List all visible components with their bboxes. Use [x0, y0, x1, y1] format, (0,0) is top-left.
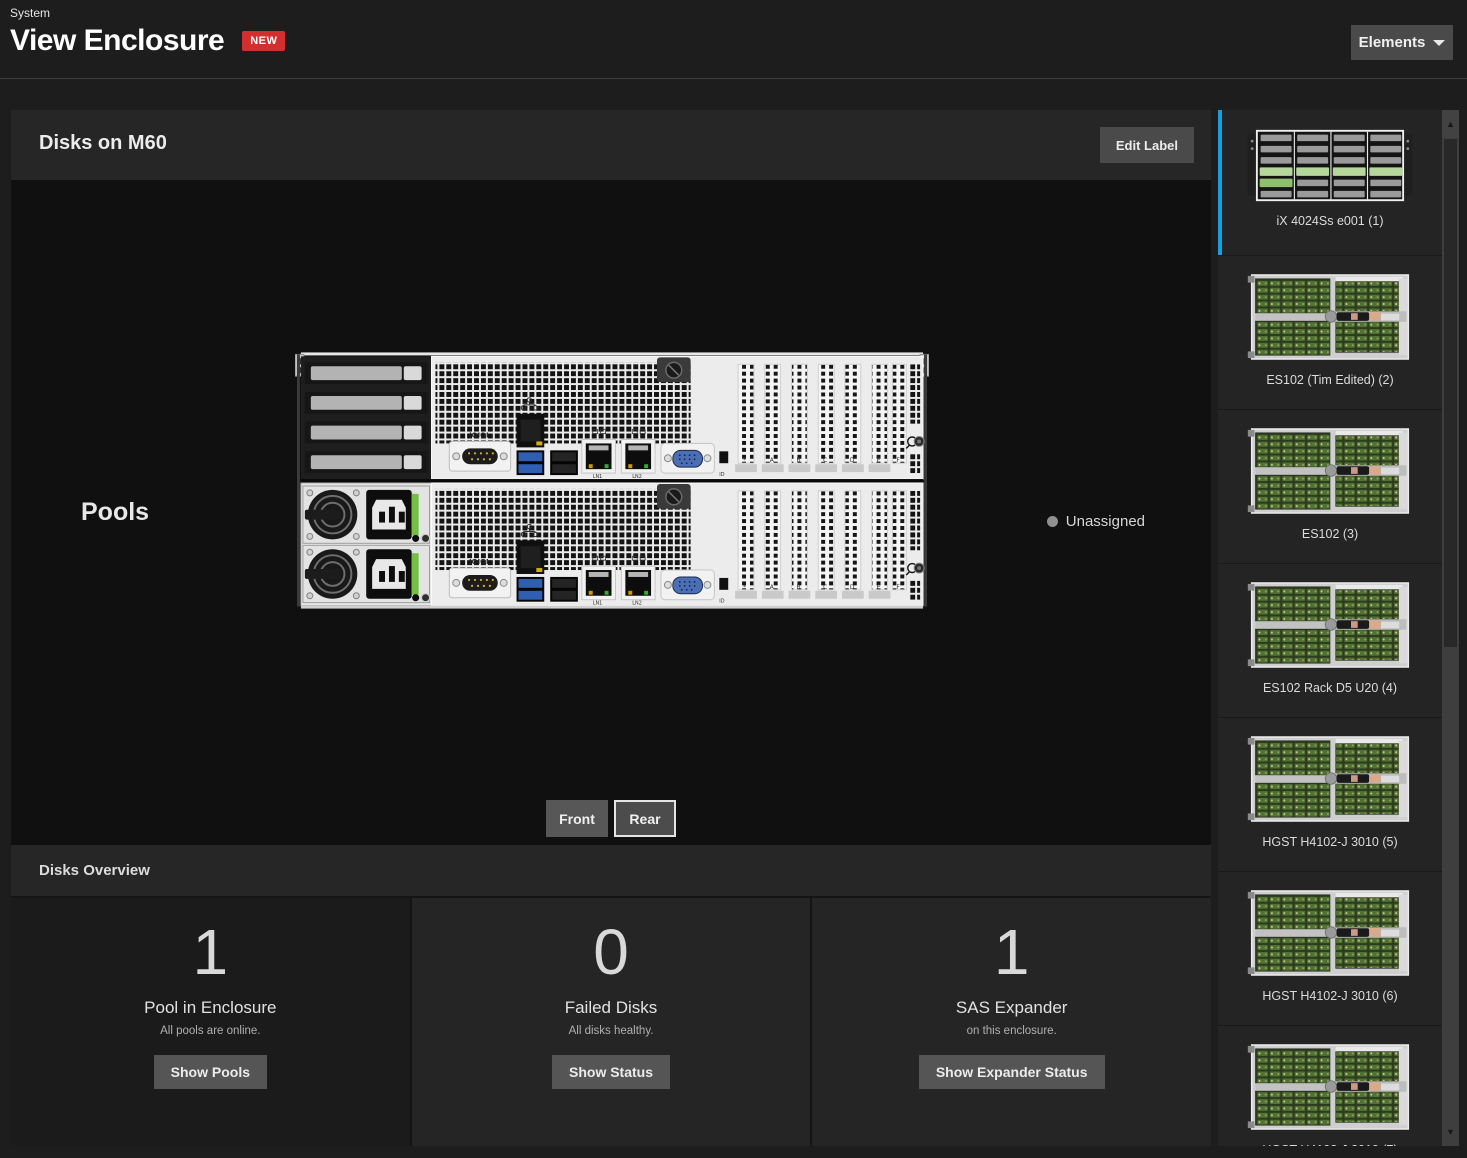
unassigned-label: Unassigned — [1066, 513, 1145, 530]
disks-overview-header: Disks Overview — [11, 845, 1211, 898]
enclosure-thumbnail — [1244, 128, 1416, 203]
enclosure-thumbnail — [1244, 1042, 1416, 1132]
front-view-button[interactable]: Front — [546, 800, 608, 837]
pools-card-subtext: All pools are online. — [160, 1025, 260, 1037]
pools-count: 1 — [193, 920, 229, 984]
enclosure-thumbnail — [1244, 888, 1416, 978]
page-header: System View Enclosure NEW Elements — [0, 0, 1467, 79]
breadcrumb[interactable]: System — [10, 6, 50, 20]
enclosure-label: iX 4024Ss e001 (1) — [1276, 214, 1383, 228]
enclosure-list-item[interactable]: HGST H4102-J 3010 (6) — [1218, 872, 1442, 1026]
elements-dropdown-button[interactable]: Elements — [1351, 25, 1453, 60]
enclosure-list-item[interactable]: ES102 (Tim Edited) (2) — [1218, 256, 1442, 410]
failed-disks-card: 0 Failed Disks All disks healthy. Show S… — [412, 898, 811, 1146]
enclosure-label: ES102 (3) — [1302, 527, 1358, 541]
rear-view-button[interactable]: Rear — [614, 800, 676, 837]
selected-indicator — [1218, 110, 1222, 255]
disks-overview-title: Disks Overview — [39, 862, 150, 879]
failed-disks-count: 0 — [593, 920, 629, 984]
sas-expander-card-label: SAS Expander — [956, 998, 1068, 1018]
enclosure-list: iX 4024Ss e001 (1) ES102 (Tim Edited) (2… — [1218, 110, 1442, 1146]
failed-disks-card-label: Failed Disks — [565, 998, 658, 1018]
scrollbar-thumb[interactable] — [1444, 139, 1457, 647]
scroll-down-icon[interactable]: ▼ — [1442, 1118, 1459, 1146]
overview-cards: 1 Pool in Enclosure All pools are online… — [11, 898, 1211, 1146]
pools-label: Pools — [81, 498, 149, 527]
enclosure-sidebar: iX 4024Ss e001 (1) ES102 (Tim Edited) (2… — [1218, 110, 1459, 1146]
disks-panel: Disks on M60 Edit Label Pools Unassigned — [11, 110, 1211, 1146]
enclosure-thumbnail — [1244, 734, 1416, 824]
sas-expander-count: 1 — [994, 920, 1030, 984]
enclosure-rear-image — [295, 352, 929, 612]
enclosure-list-item[interactable]: iX 4024Ss e001 (1) — [1218, 110, 1442, 256]
page-title: View Enclosure — [10, 24, 224, 58]
enclosure-label: HGST H4102-J 3010 (7) — [1262, 1143, 1397, 1146]
enclosure-label: ES102 Rack D5 U20 (4) — [1263, 681, 1397, 695]
enclosure-thumbnail — [1244, 426, 1416, 516]
sidebar-scrollbar: ▲ ▼ — [1442, 110, 1459, 1146]
disks-panel-header: Disks on M60 Edit Label — [11, 110, 1211, 180]
disks-panel-title: Disks on M60 — [39, 132, 167, 155]
new-badge: NEW — [242, 31, 285, 51]
chevron-down-icon — [1433, 40, 1445, 46]
unassigned-dot-icon — [1047, 516, 1058, 527]
enclosure-list-item[interactable]: HGST H4102-J 3010 (5) — [1218, 718, 1442, 872]
elements-dropdown-label: Elements — [1359, 34, 1426, 51]
enclosure-list-item[interactable]: ES102 Rack D5 U20 (4) — [1218, 564, 1442, 718]
show-status-button[interactable]: Show Status — [552, 1055, 670, 1089]
scroll-up-icon[interactable]: ▲ — [1442, 110, 1459, 138]
enclosure-list-item[interactable]: HGST H4102-J 3010 (7) — [1218, 1026, 1442, 1146]
show-pools-button[interactable]: Show Pools — [154, 1055, 267, 1089]
enclosure-label: ES102 (Tim Edited) (2) — [1266, 373, 1393, 387]
pools-card: 1 Pool in Enclosure All pools are online… — [11, 898, 410, 1146]
enclosure-viewer: Pools Unassigned — [11, 180, 1211, 845]
legend-unassigned: Unassigned — [1047, 513, 1145, 530]
show-expander-status-button[interactable]: Show Expander Status — [919, 1055, 1105, 1089]
enclosure-thumbnail — [1244, 580, 1416, 670]
enclosure-thumbnail — [1244, 272, 1416, 362]
failed-disks-card-subtext: All disks healthy. — [569, 1025, 654, 1037]
edit-label-button[interactable]: Edit Label — [1100, 127, 1194, 163]
sas-expander-card: 1 SAS Expander on this enclosure. Show E… — [812, 898, 1211, 1146]
pools-card-label: Pool in Enclosure — [144, 998, 276, 1018]
enclosure-list-item[interactable]: ES102 (3) — [1218, 410, 1442, 564]
sas-expander-card-subtext: on this enclosure. — [967, 1025, 1057, 1037]
enclosure-label: HGST H4102-J 3010 (6) — [1262, 989, 1397, 1003]
enclosure-label: HGST H4102-J 3010 (5) — [1262, 835, 1397, 849]
view-toggle: Front Rear — [11, 800, 1211, 837]
